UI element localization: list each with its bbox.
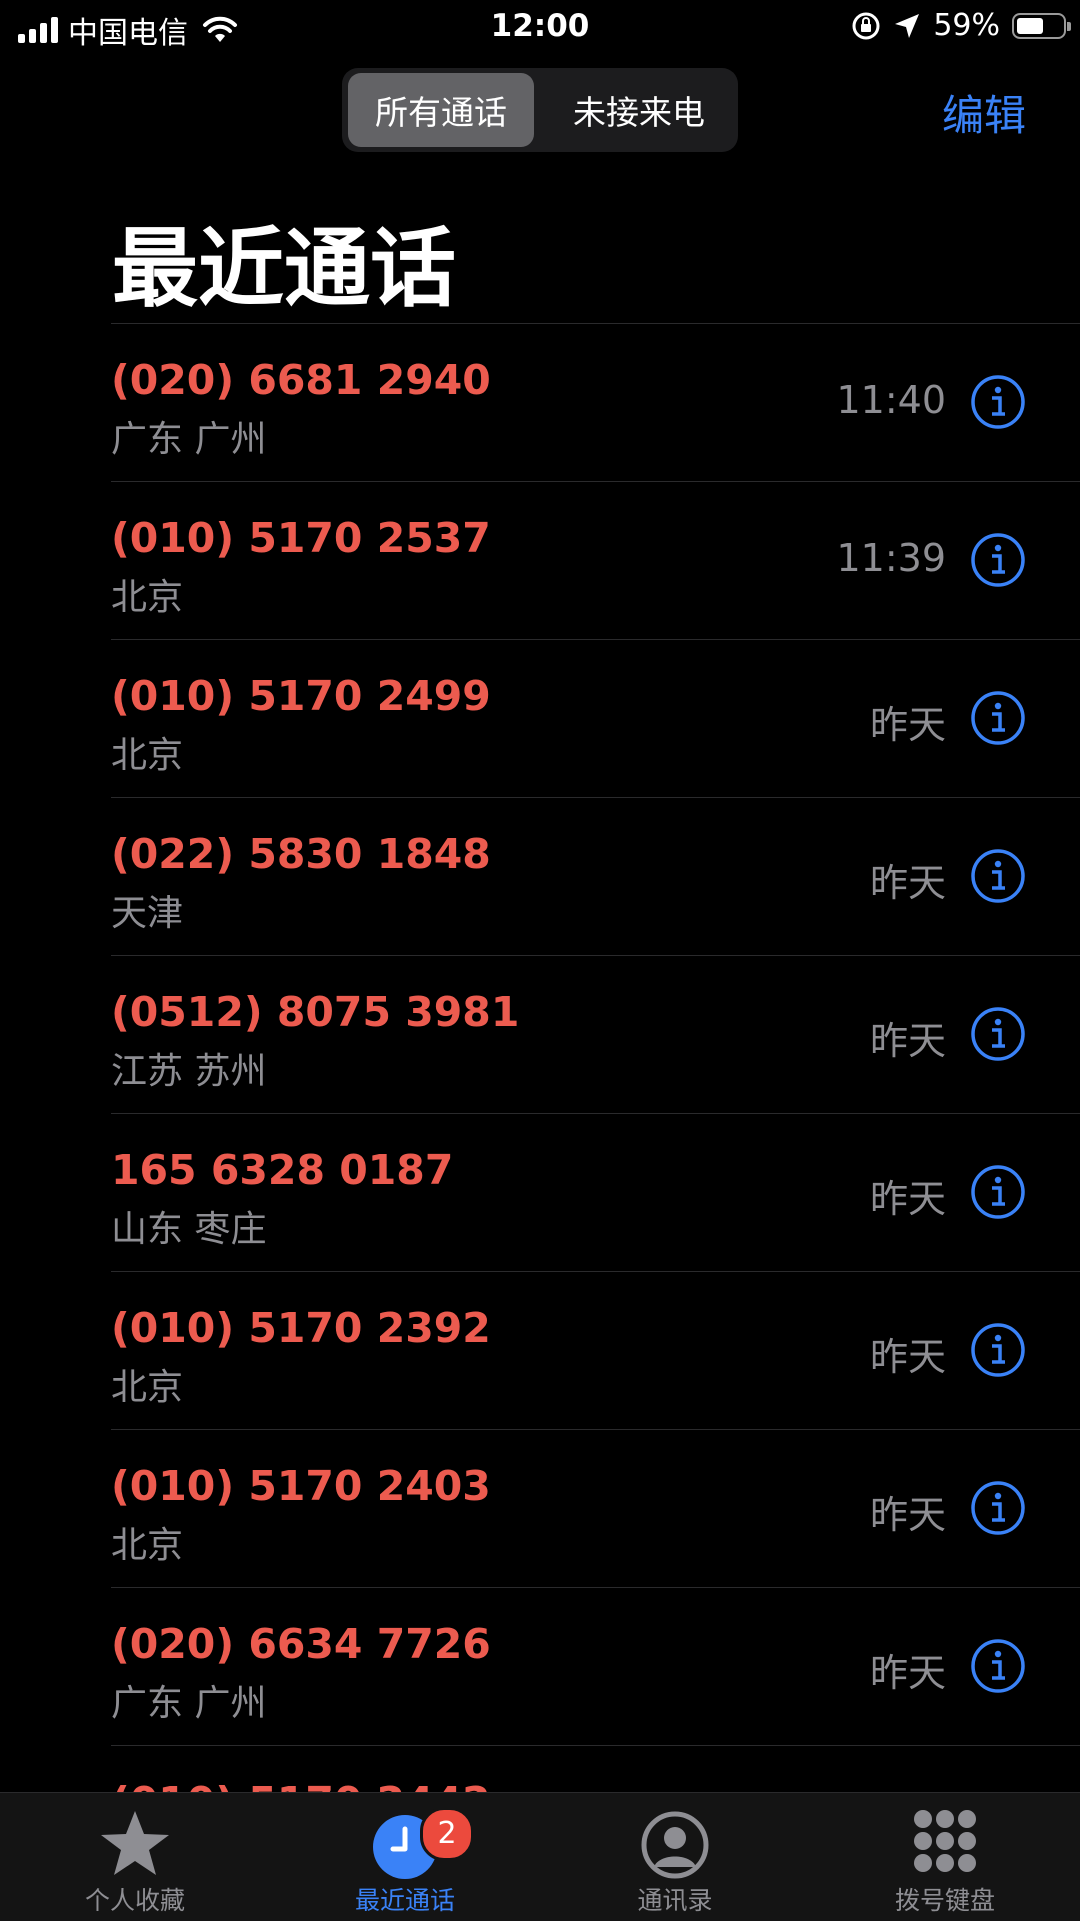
call-time: 11:40	[836, 378, 946, 422]
tab-recents[interactable]: 2 最近通话	[270, 1793, 540, 1921]
call-time: 11:39	[836, 536, 946, 580]
keypad-icon	[914, 1810, 976, 1872]
tab-label: 拨号键盘	[894, 1886, 995, 1915]
call-time: 昨天	[869, 703, 946, 747]
segment-missed-calls[interactable]: 未接来电	[546, 73, 732, 147]
info-icon[interactable]	[970, 532, 1026, 588]
call-time: 昨天	[869, 1177, 946, 1221]
call-row[interactable]: (022) 5830 1848 天津 昨天	[111, 798, 1080, 956]
status-bar: 中国电信 12:00 59%	[0, 0, 1080, 56]
call-row[interactable]: (0512) 8075 3981 江苏 苏州 昨天	[111, 956, 1080, 1114]
location-icon	[895, 13, 920, 38]
caller-location: 广东 广州	[111, 419, 267, 460]
call-filter-segmented-control: 所有通话 未接来电	[342, 68, 738, 152]
info-icon[interactable]	[970, 848, 1026, 904]
info-icon[interactable]	[970, 1322, 1026, 1378]
tab-label: 个人收藏	[84, 1886, 185, 1915]
call-row[interactable]: 165 6328 0187 山东 枣庄 昨天	[111, 1114, 1080, 1272]
call-row[interactable]: (010) 5170 2499 北京 昨天	[111, 640, 1080, 798]
contact-icon	[641, 1811, 709, 1879]
info-icon[interactable]	[970, 374, 1026, 430]
phone-number: (0512) 8075 3981	[111, 988, 520, 1036]
call-time: 昨天	[869, 1651, 946, 1695]
phone-number: (010) 5170 2403	[111, 1462, 491, 1510]
phone-number: (022) 5830 1848	[111, 830, 491, 878]
caller-location: 天津	[111, 893, 184, 934]
missed-calls-badge: 2	[420, 1807, 474, 1861]
caller-location: 江苏 苏州	[111, 1051, 267, 1092]
tab-label: 通讯录	[637, 1886, 713, 1915]
battery-percent: 59%	[933, 8, 1000, 43]
call-row[interactable]: (010) 5170 2403 北京 昨天	[111, 1430, 1080, 1588]
orientation-lock-icon	[852, 12, 880, 39]
caller-location: 北京	[111, 577, 184, 618]
tab-contacts[interactable]: 通讯录	[540, 1793, 810, 1921]
phone-number: (010) 5170 2537	[111, 514, 491, 562]
tab-label: 最近通话	[354, 1886, 455, 1915]
page-title: 最近通话	[112, 219, 456, 319]
call-row[interactable]: (010) 5170 2442	[111, 1746, 1080, 1792]
phone-number: (020) 6634 7726	[111, 1620, 491, 1668]
recent-calls-list[interactable]: (020) 6681 2940 广东 广州 11:40 (010) 5170 2537…	[0, 324, 1080, 1792]
battery-level	[1017, 17, 1043, 34]
star-icon	[101, 1811, 169, 1875]
phone-number: (010) 5170 2499	[111, 672, 491, 720]
call-time: 昨天	[869, 1493, 946, 1537]
caller-location: 广东 广州	[111, 1683, 267, 1724]
phone-number: 165 6328 0187	[111, 1146, 454, 1194]
info-icon[interactable]	[970, 1480, 1026, 1536]
phone-number: (010) 5170 2442	[111, 1778, 491, 1792]
segment-all-calls[interactable]: 所有通话	[348, 73, 534, 147]
call-row[interactable]: (020) 6634 7726 广东 广州 昨天	[111, 1588, 1080, 1746]
caller-location: 北京	[111, 735, 184, 776]
call-time: 昨天	[869, 1335, 946, 1379]
info-icon[interactable]	[970, 1006, 1026, 1062]
phone-number: (020) 6681 2940	[111, 356, 491, 404]
call-row[interactable]: (010) 5170 2392 北京 昨天	[111, 1272, 1080, 1430]
info-icon[interactable]	[970, 690, 1026, 746]
caller-location: 山东 枣庄	[111, 1209, 267, 1250]
info-icon[interactable]	[970, 1164, 1026, 1220]
edit-button[interactable]: 编辑	[942, 82, 1026, 143]
status-right: 59%	[851, 8, 1071, 43]
call-time: 昨天	[869, 861, 946, 905]
tab-bar: 个人收藏 2 最近通话 通讯录 拨号键盘	[0, 1792, 1080, 1921]
caller-location: 北京	[111, 1525, 184, 1566]
call-row[interactable]: (020) 6681 2940 广东 广州 11:40	[111, 324, 1080, 482]
tab-keypad[interactable]: 拨号键盘	[810, 1793, 1080, 1921]
battery-icon	[1012, 12, 1071, 39]
call-time: 昨天	[869, 1019, 946, 1063]
caller-location: 北京	[111, 1367, 184, 1408]
tab-favorites[interactable]: 个人收藏	[0, 1793, 270, 1921]
info-icon[interactable]	[970, 1638, 1026, 1694]
phone-number: (010) 5170 2392	[111, 1304, 491, 1352]
call-row[interactable]: (010) 5170 2537 北京 11:39	[111, 482, 1080, 640]
